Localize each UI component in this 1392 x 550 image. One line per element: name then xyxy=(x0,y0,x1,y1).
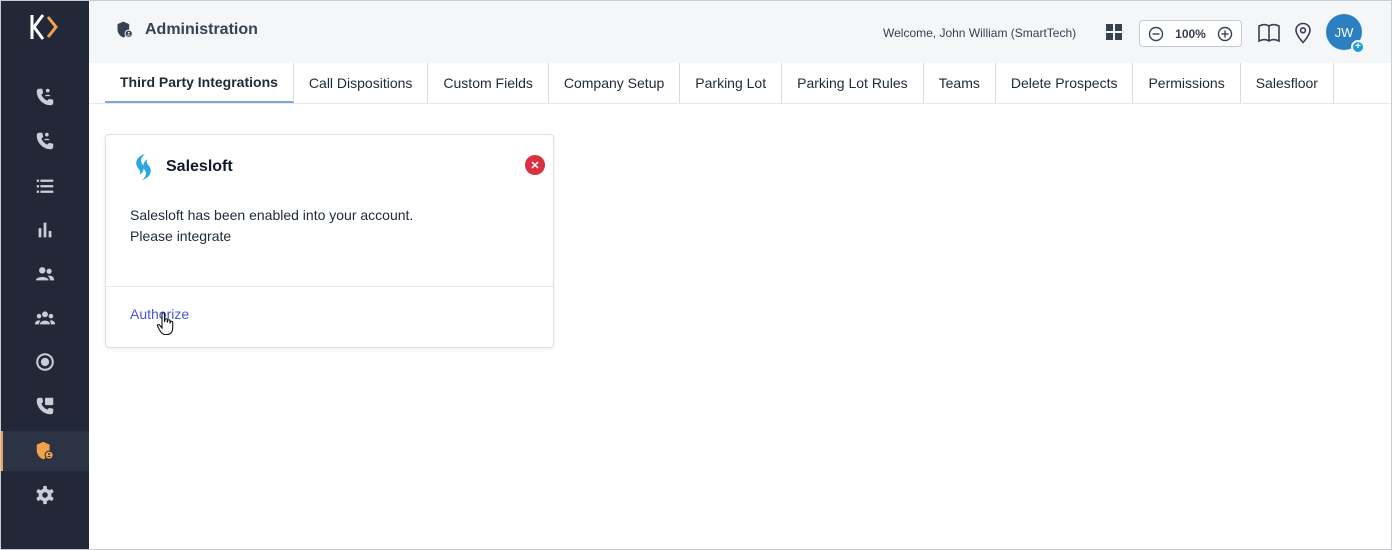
integration-title: Salesloft xyxy=(166,158,233,175)
card-divider xyxy=(106,286,553,287)
page-title: Administration xyxy=(145,21,258,38)
remove-integration-button[interactable]: ✕ xyxy=(525,155,545,175)
sidebar-item-recordings[interactable] xyxy=(0,342,89,382)
list-icon xyxy=(36,179,53,193)
salesloft-logo-icon xyxy=(136,154,151,180)
description-line: Salesloft has been enabled into your acc… xyxy=(130,207,414,223)
gear-icon xyxy=(35,485,54,505)
tab-parking-lot[interactable]: Parking Lot xyxy=(680,63,783,103)
welcome-text: Welcome, John William (SmartTech) xyxy=(883,26,1077,40)
description-line: Please integrate xyxy=(130,228,232,244)
sidebar-item-outgoing-calls[interactable] xyxy=(0,121,89,161)
avatar-add-badge[interactable]: + xyxy=(1351,40,1365,54)
tab-salesfloor[interactable]: Salesfloor xyxy=(1241,63,1334,103)
page-heading: Administration xyxy=(115,20,258,40)
sidebar-item-administration[interactable] xyxy=(0,431,89,471)
tab-third-party-integrations[interactable]: Third Party Integrations xyxy=(105,63,294,103)
card-description: Salesloft has been enabled into your acc… xyxy=(130,205,413,247)
close-icon: ✕ xyxy=(530,159,540,172)
admin-shield-icon xyxy=(117,21,133,38)
call-transfer-icon xyxy=(36,397,53,415)
book-icon[interactable] xyxy=(1257,22,1281,44)
tabs-divider xyxy=(89,103,1392,104)
sidebar-item-incoming-calls[interactable] xyxy=(0,77,89,117)
tab-delete-prospects[interactable]: Delete Prospects xyxy=(996,63,1134,103)
contacts-icon xyxy=(35,267,54,281)
tab-company-setup[interactable]: Company Setup xyxy=(549,63,681,103)
incoming-calls-icon xyxy=(36,88,53,106)
tab-permissions[interactable]: Permissions xyxy=(1133,63,1241,103)
sidebar-item-teams[interactable] xyxy=(0,298,89,338)
tab-parking-lot-rules[interactable]: Parking Lot Rules xyxy=(782,63,924,103)
sidebar-item-settings[interactable] xyxy=(0,475,89,515)
sidebar-item-contacts[interactable] xyxy=(0,254,89,294)
admin-shield-icon xyxy=(36,441,54,460)
team-icon xyxy=(34,311,55,325)
bar-chart-icon xyxy=(38,222,51,238)
card-header: Salesloft xyxy=(130,153,233,181)
record-icon xyxy=(35,353,54,371)
zoom-control: 100% xyxy=(1139,20,1242,47)
zoom-level: 100% xyxy=(1175,26,1206,41)
admin-tabs: Third Party Integrations Call Dispositio… xyxy=(105,63,1334,103)
tab-call-dispositions[interactable]: Call Dispositions xyxy=(294,63,429,103)
outgoing-calls-icon xyxy=(36,132,53,150)
sidebar-item-reports[interactable] xyxy=(0,210,89,250)
tab-teams[interactable]: Teams xyxy=(924,63,996,103)
zoom-in-icon[interactable] xyxy=(1217,26,1233,42)
zoom-out-icon[interactable] xyxy=(1148,26,1164,42)
sidebar-item-call-transfer[interactable] xyxy=(0,386,89,426)
hand-cursor-icon xyxy=(156,312,174,336)
sidebar xyxy=(0,0,89,550)
top-header: Administration Welcome, John William (Sm… xyxy=(89,0,1392,63)
apps-grid-icon[interactable] xyxy=(1106,24,1122,40)
sidebar-item-lists[interactable] xyxy=(0,166,89,206)
app-logo[interactable] xyxy=(24,10,64,44)
tab-custom-fields[interactable]: Custom Fields xyxy=(428,63,549,103)
location-pin-icon[interactable] xyxy=(1294,22,1312,44)
